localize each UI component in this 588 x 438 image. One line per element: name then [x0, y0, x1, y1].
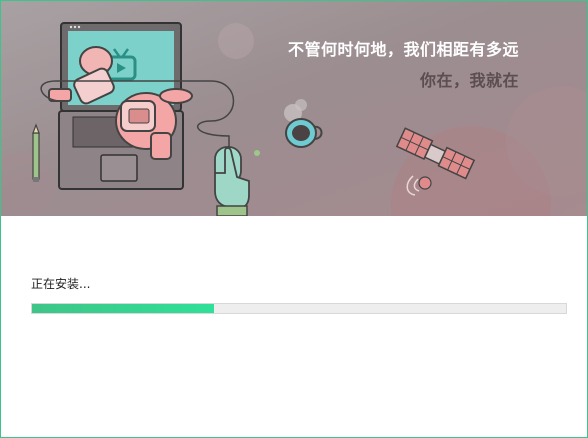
pencil-icon: [32, 123, 40, 182]
install-progress-bar: [31, 303, 567, 314]
install-status-text: 正在安装...: [31, 277, 91, 291]
install-progress-fill: [32, 304, 214, 313]
header-banner: 不管何时何地，我们相距有多远 你在，我就在: [1, 1, 587, 216]
banner-illustration: [1, 22, 587, 216]
coffee-cup-icon: [254, 99, 323, 156]
slogan-line-1: 不管何时何地，我们相距有多远: [287, 40, 519, 59]
slogan-line-2: 你在，我就在: [419, 71, 519, 90]
installer-window: 不管何时何地，我们相距有多远 你在，我就在 正在安装...: [0, 0, 588, 438]
